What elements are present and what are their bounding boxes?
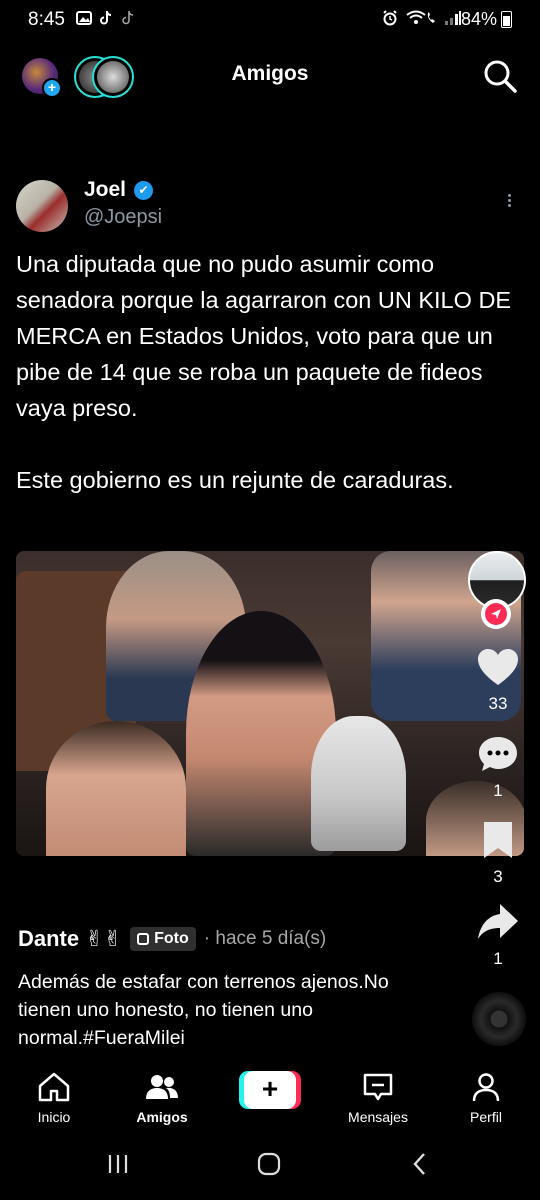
share-count: 1	[493, 949, 503, 968]
author-handle[interactable]: @Joepsi	[84, 206, 162, 229]
save-button[interactable]: 3	[468, 820, 528, 887]
tab-profile[interactable]: Perfil	[436, 1072, 536, 1125]
verified-icon: ✔	[134, 180, 154, 200]
author-name-row[interactable]: Joel ✔	[84, 178, 154, 202]
system-icons	[382, 10, 462, 26]
status-bar: 8:45 84%	[0, 0, 540, 40]
post-paragraph: Este gobierno es un rejunte de caraduras…	[16, 467, 454, 493]
create-plus: +	[244, 1071, 296, 1109]
battery-icon	[501, 11, 512, 28]
tab-home[interactable]: Inicio	[4, 1072, 104, 1125]
friends-icon	[146, 1075, 178, 1099]
page-title: Amigos	[231, 62, 309, 85]
caption-username[interactable]: Dante ✌✌	[18, 926, 122, 952]
photo-badge: Foto	[130, 927, 196, 951]
tab-friends[interactable]: Amigos	[112, 1072, 212, 1125]
caption-text[interactable]: Además de estafar con terrenos ajenos.No…	[18, 968, 428, 1052]
search-icon[interactable]	[482, 58, 518, 94]
wifi-call-icon	[406, 10, 435, 24]
system-nav-bar	[0, 1140, 540, 1200]
repost-badge[interactable]	[481, 599, 511, 629]
alarm-icon	[383, 10, 397, 26]
home-nav-icon[interactable]	[256, 1152, 282, 1176]
messages-icon	[363, 1073, 393, 1101]
post-paragraph: Una diputada que no pudo asumir como sen…	[16, 251, 512, 421]
notification-icons	[76, 10, 136, 26]
tab-friends-label: Amigos	[136, 1109, 188, 1125]
gallery-icon	[76, 11, 92, 25]
create-button[interactable]: +	[239, 1071, 301, 1109]
tiktok-icon	[100, 11, 112, 25]
photo-badge-label: Foto	[154, 930, 189, 947]
tab-home-label: Inicio	[37, 1109, 71, 1125]
tiktok-icon	[122, 11, 134, 25]
recent-apps-icon[interactable]	[106, 1152, 130, 1176]
like-count: 33	[488, 694, 508, 713]
top-nav: + Amigos	[0, 50, 540, 102]
tab-messages[interactable]: Mensajes	[328, 1072, 428, 1125]
back-icon[interactable]	[410, 1152, 430, 1176]
comment-icon	[479, 737, 517, 771]
bookmark-icon	[484, 822, 512, 858]
post-photo[interactable]	[16, 551, 524, 856]
author-name[interactable]: Joel	[84, 178, 126, 202]
more-options-icon[interactable]	[508, 192, 514, 209]
repost-icon	[485, 603, 507, 625]
caption-header: Dante ✌✌ Foto · hace 5 día(s)	[18, 926, 326, 952]
post-time: · hace 5 día(s)	[203, 928, 327, 949]
share-button[interactable]: 1	[468, 902, 528, 969]
status-time: 8:45	[28, 9, 65, 30]
save-count: 3	[493, 867, 503, 886]
author-avatar[interactable]	[16, 180, 68, 232]
photo-icon	[137, 933, 150, 945]
comment-count: 1	[493, 781, 503, 800]
share-icon	[478, 904, 518, 939]
sound-disc-icon[interactable]	[472, 992, 526, 1046]
signal-icon	[445, 11, 461, 25]
post-text: Una diputada que no pudo asumir como sen…	[16, 246, 526, 498]
heart-icon	[478, 649, 518, 685]
battery-percent: 84%	[460, 9, 497, 29]
comment-button[interactable]: 1	[468, 734, 528, 801]
profile-icon	[472, 1073, 500, 1102]
home-icon	[38, 1072, 70, 1102]
tab-profile-label: Perfil	[470, 1109, 502, 1125]
battery-indicator: 84%	[461, 9, 512, 30]
like-button[interactable]: 33	[468, 647, 528, 714]
tab-messages-label: Mensajes	[348, 1109, 408, 1125]
